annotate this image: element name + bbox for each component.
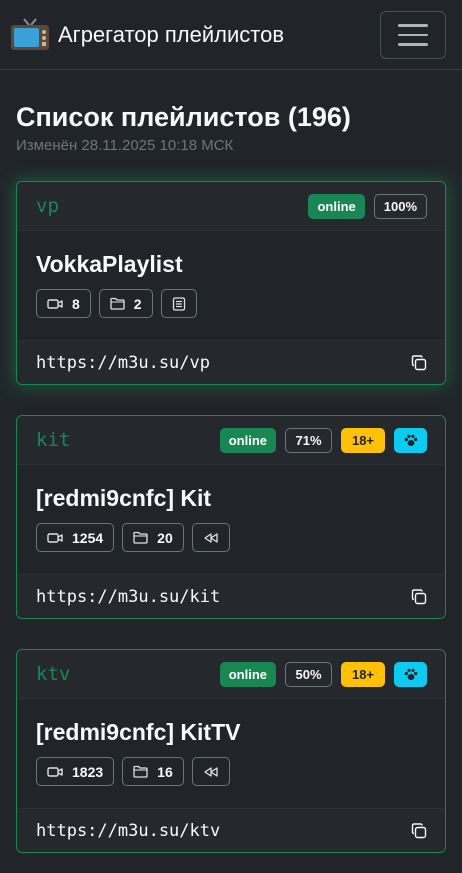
card-header: kit online 71% 18+ — [17, 416, 445, 465]
chips: 1823 16 — [36, 757, 426, 786]
playlist-name: VokkaPlaylist — [36, 251, 183, 277]
playlist-card: ktv online 50% 18+ [redmi9cnfc] KitTV 18… — [16, 649, 446, 853]
folder-icon — [133, 765, 148, 778]
status-badge: online — [219, 661, 276, 687]
list-document-icon — [172, 296, 185, 311]
card-footer: https://m3u.su/vp — [17, 340, 445, 384]
channels-chip[interactable]: 1254 — [36, 523, 115, 552]
groups-chip[interactable]: 16 — [122, 757, 184, 786]
paw-icon — [394, 661, 427, 687]
adult-badge: 18+ — [341, 661, 385, 687]
status-badge: online — [219, 427, 276, 453]
playlist-url[interactable]: https://m3u.su/vp — [36, 353, 210, 373]
copy-icon — [411, 354, 427, 370]
channels-count: 1254 — [72, 529, 104, 546]
groups-chip[interactable]: 20 — [122, 523, 184, 552]
archive-chip[interactable] — [191, 757, 230, 786]
playlist-code: vp — [36, 195, 59, 217]
playlist-code: kit — [36, 429, 71, 451]
groups-chip[interactable]: 2 — [98, 289, 153, 318]
playlist-name: [redmi9cnfc] KitTV — [36, 719, 241, 745]
archive-chip[interactable] — [191, 523, 230, 552]
copy-button[interactable] — [411, 354, 427, 371]
card-header: vp online 100% — [17, 182, 445, 231]
paw-icon — [394, 427, 427, 453]
playlist-card: vp online 100% VokkaPlaylist 8 2 https:/… — [16, 181, 446, 385]
playlist-card: kit online 71% 18+ [redmi9cnfc] Kit 1254 — [16, 415, 446, 619]
percent-badge: 100% — [373, 193, 427, 219]
card-body: VokkaPlaylist 8 2 — [17, 231, 445, 340]
playlist-name: [redmi9cnfc] Kit — [36, 485, 212, 511]
video-camera-icon — [47, 766, 63, 777]
copy-icon — [411, 822, 427, 838]
card-footer: https://m3u.su/ktv — [17, 808, 445, 852]
brand[interactable]: Агрегатор плейлистов — [10, 17, 285, 52]
video-camera-icon — [47, 298, 63, 309]
app-title: Агрегатор плейлистов — [58, 21, 285, 47]
playlist-code: ktv — [36, 663, 71, 685]
hamburger-icon — [398, 24, 428, 27]
card-header: ktv online 50% 18+ — [17, 650, 445, 699]
chips: 8 2 — [36, 289, 426, 318]
status-badge: online — [308, 193, 365, 219]
copy-button[interactable] — [411, 822, 427, 839]
badges: online 71% 18+ — [219, 427, 427, 453]
folder-icon — [133, 531, 148, 544]
main-content: Список плейлистов (196) Изменён 28.11.20… — [0, 70, 462, 853]
card-body: [redmi9cnfc] KitTV 1823 16 — [17, 699, 445, 808]
copy-button[interactable] — [411, 588, 427, 605]
playlist-url[interactable]: https://m3u.su/kit — [36, 587, 220, 607]
adult-badge: 18+ — [341, 427, 385, 453]
playlist-url[interactable]: https://m3u.su/ktv — [36, 821, 220, 841]
groups-count: 20 — [157, 529, 173, 546]
channels-chip[interactable]: 1823 — [36, 757, 115, 786]
percent-badge: 71% — [285, 427, 332, 453]
badges: online 50% 18+ — [219, 661, 427, 687]
channels-chip[interactable]: 8 — [36, 289, 91, 318]
channels-count: 1823 — [72, 763, 104, 780]
video-camera-icon — [47, 532, 63, 543]
epg-chip[interactable] — [160, 289, 197, 318]
hamburger-icon — [398, 43, 428, 46]
badges: online 100% — [308, 193, 427, 219]
rewind-icon — [204, 766, 218, 777]
last-modified: Изменён 28.11.2025 10:18 МСК — [16, 137, 234, 154]
percent-badge: 50% — [285, 661, 332, 687]
groups-count: 2 — [133, 295, 142, 312]
chips: 1254 20 — [36, 523, 426, 552]
copy-icon — [411, 588, 427, 604]
folder-icon — [110, 297, 125, 310]
rewind-icon — [204, 532, 218, 543]
groups-count: 16 — [157, 763, 173, 780]
hamburger-icon — [398, 33, 428, 37]
tv-icon — [10, 17, 50, 52]
menu-toggle-button[interactable] — [380, 11, 446, 59]
card-footer: https://m3u.su/kit — [17, 574, 445, 618]
page-title: Список плейлистов (196) — [16, 102, 351, 132]
channels-count: 8 — [72, 295, 80, 312]
navbar: Агрегатор плейлистов — [0, 0, 462, 70]
card-body: [redmi9cnfc] Kit 1254 20 — [17, 465, 445, 574]
